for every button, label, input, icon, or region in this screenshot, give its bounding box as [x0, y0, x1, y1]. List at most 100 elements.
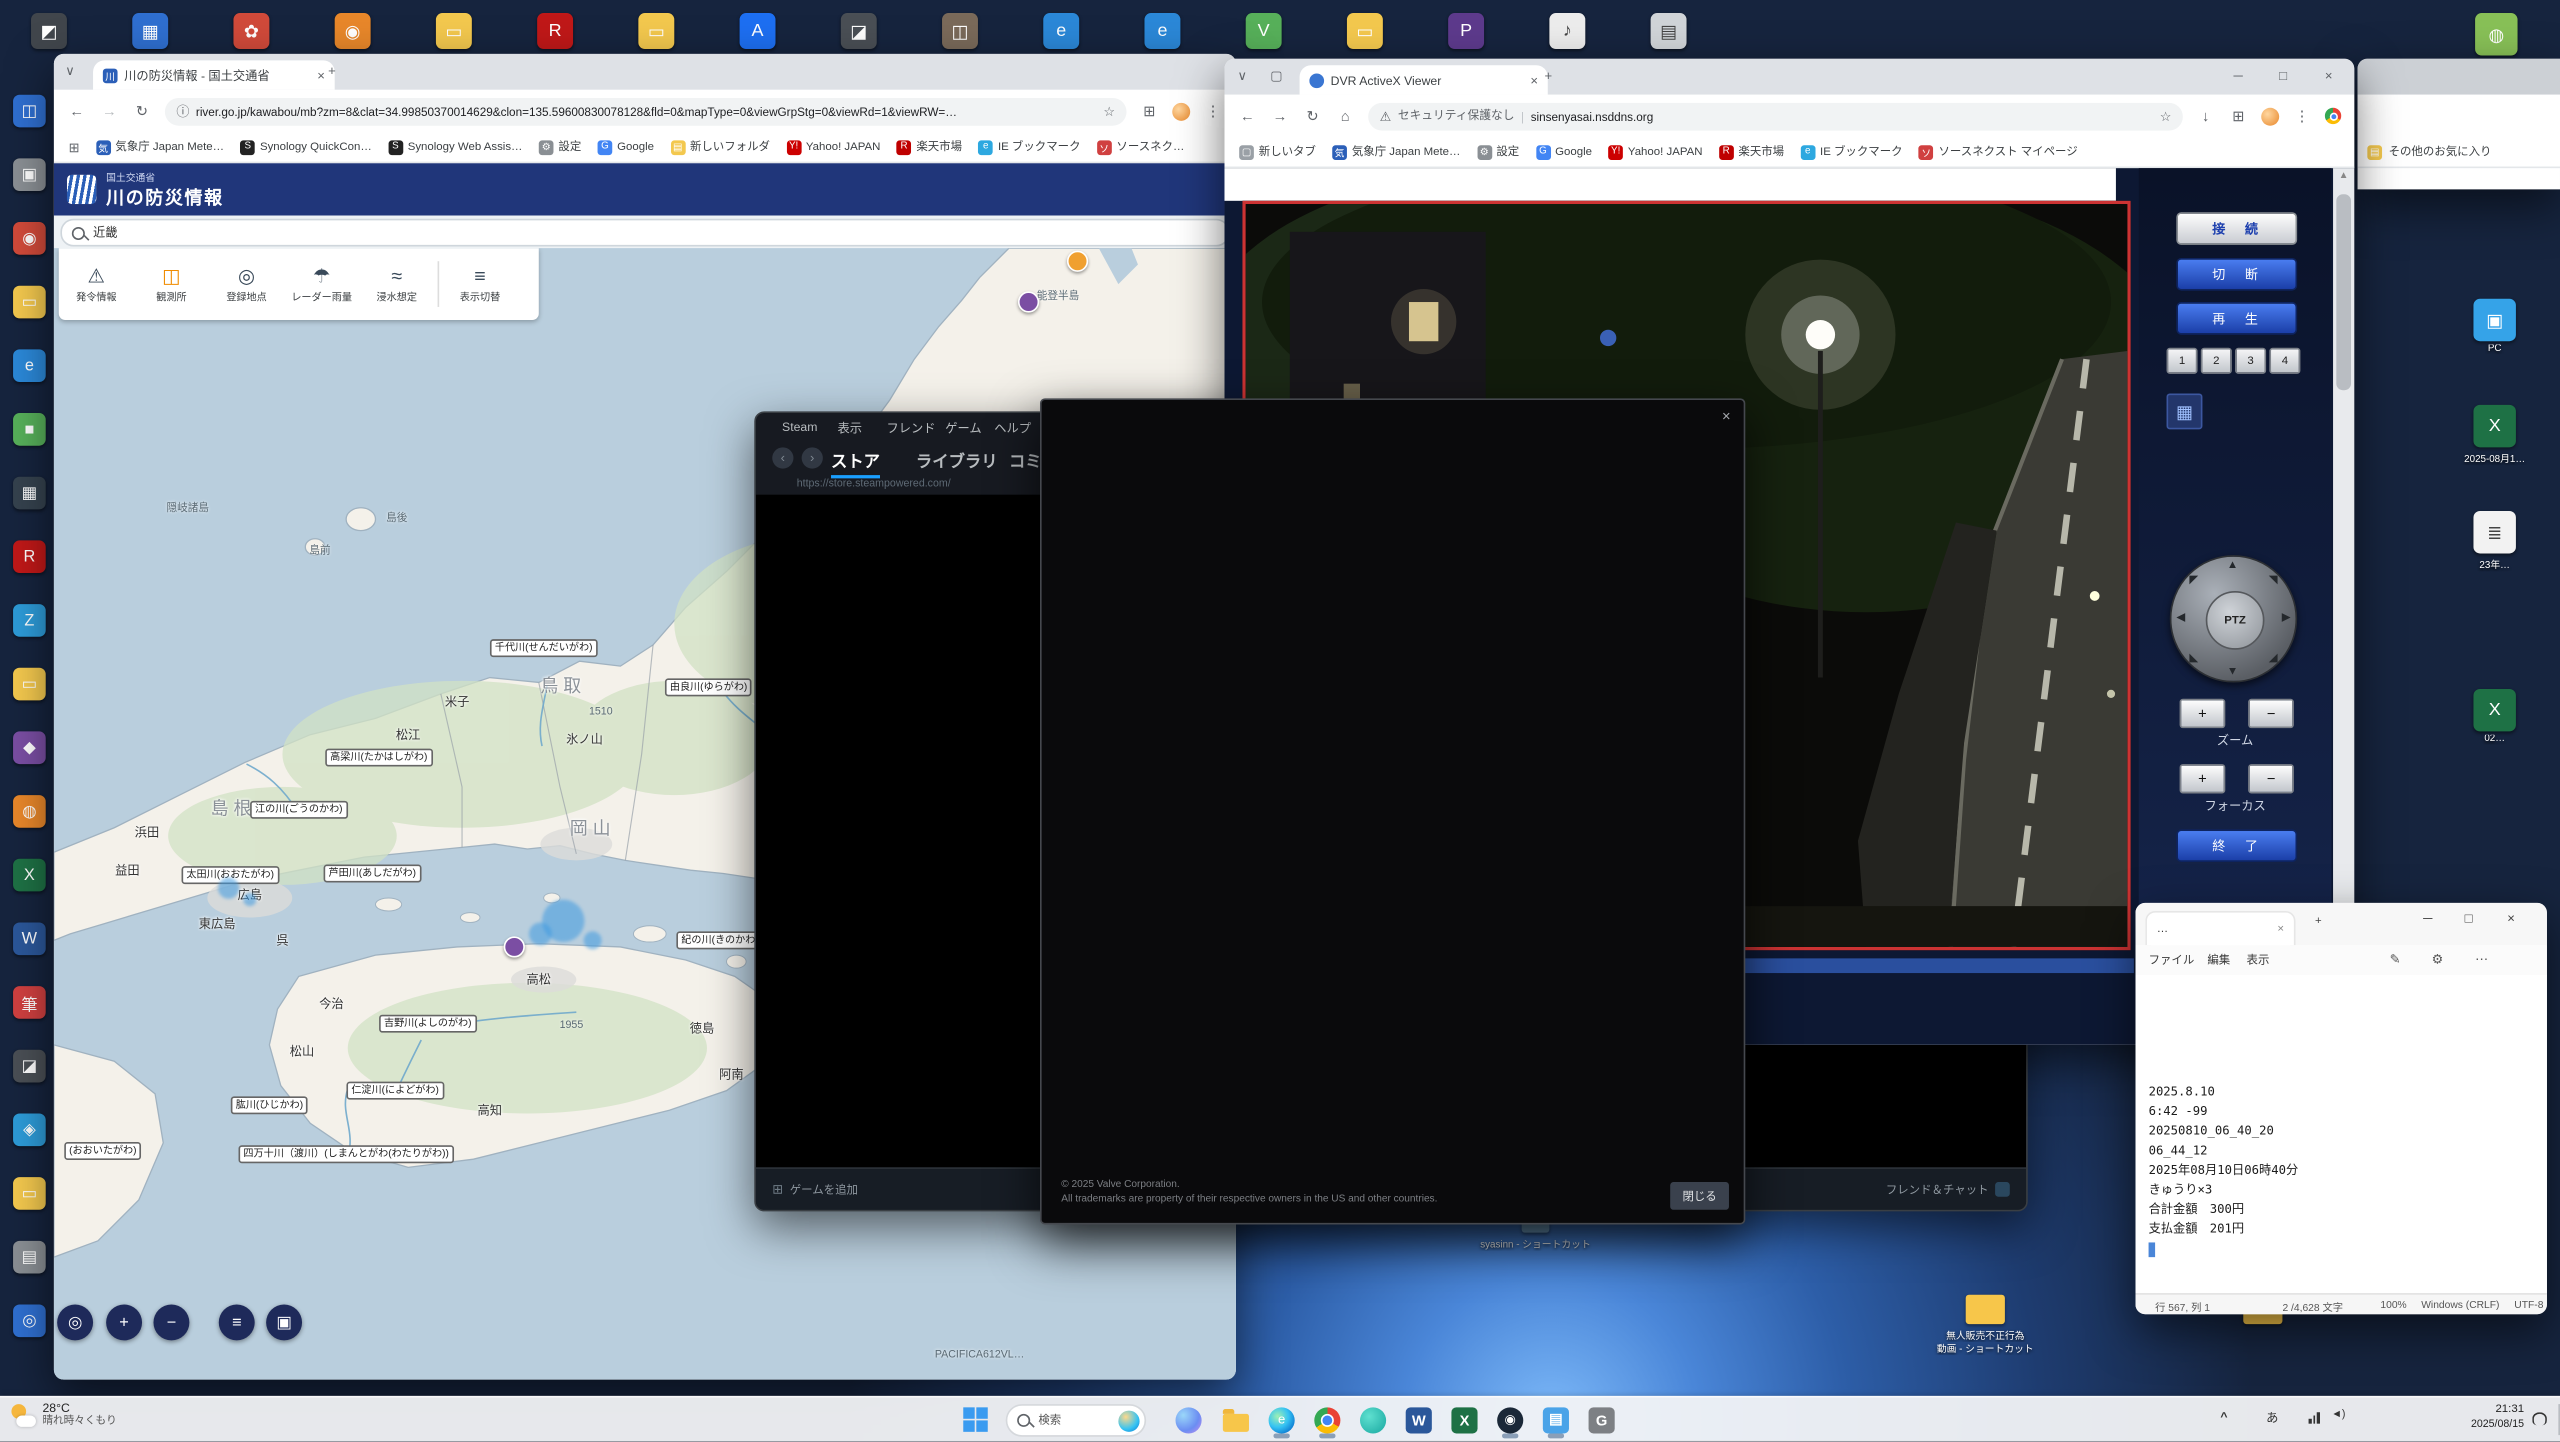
tray-chevron-icon[interactable]: ^ — [2220, 1409, 2227, 1424]
edit-icon[interactable]: ✎ — [2384, 952, 2407, 967]
desktop-shortcut-icon[interactable]: ◆ — [13, 731, 46, 764]
desktop-shortcut-icon[interactable]: ◪ — [841, 13, 877, 49]
zoom-out-button[interactable]: − — [2248, 699, 2294, 728]
desktop-shortcut-icon[interactable]: ◫ — [13, 95, 46, 128]
map-control-button[interactable]: + — [106, 1304, 142, 1340]
ime-indicator[interactable]: あ — [2266, 1409, 2278, 1427]
taskbar-explorer[interactable] — [1218, 1402, 1254, 1438]
valve-dialog-window[interactable]: × © 2025 Valve Corporation. All trademar… — [1040, 398, 1745, 1224]
new-tab-icon[interactable]: + — [328, 64, 336, 79]
bookmark-star-icon[interactable]: ☆ — [2160, 109, 2172, 124]
desktop-shortcut-icon[interactable]: ◉ — [335, 13, 371, 49]
scroll-thumb[interactable] — [2336, 194, 2351, 390]
scroll-up-icon[interactable]: ▲ — [2333, 171, 2354, 181]
workspace-icon[interactable]: ▢ — [1270, 69, 1282, 84]
channel-button-3[interactable]: 3 — [2235, 348, 2266, 374]
desktop-shortcut-icon[interactable]: e — [13, 349, 46, 382]
river-name-chip[interactable]: 仁淀川(によどがわ) — [346, 1082, 443, 1100]
address-bar[interactable]: ⓘ river.go.jp/kawabou/mb?zm=8&clat=34.99… — [165, 97, 1127, 125]
desktop-shortcut-icon[interactable]: e — [1043, 13, 1079, 49]
file-tab[interactable]: …× — [2145, 911, 2295, 945]
desktop-shortcut-icon[interactable]: A — [740, 13, 776, 49]
bookmark-item[interactable]: ▤新しいフォルダ — [670, 139, 770, 155]
apps-grid-icon[interactable]: ⊞ — [69, 140, 80, 155]
extensions-icon[interactable]: ⊞ — [2229, 107, 2249, 125]
tab-search-icon[interactable]: ∨ — [1238, 69, 1248, 84]
reload-icon[interactable]: ↻ — [1303, 107, 1323, 125]
bookmark-item[interactable]: ▢新しいタブ — [1239, 144, 1316, 160]
channel-button-2[interactable]: 2 — [2201, 348, 2232, 374]
river-name-chip[interactable]: 紀の川(きのかわ) — [676, 931, 763, 949]
steam-menu-item[interactable]: フレンド — [887, 420, 936, 438]
add-game-button[interactable]: ⊞ ゲームを追加 — [772, 1181, 858, 1197]
bookmark-item[interactable]: SSynology Web Assis… — [388, 140, 522, 155]
desktop-shortcut-icon[interactable]: ▦ — [132, 13, 168, 49]
close-icon[interactable]: × — [2498, 911, 2524, 926]
ptz-right-icon[interactable]: ▶ — [2282, 611, 2291, 624]
desktop-shortcut-icon[interactable]: ▣ — [2473, 299, 2515, 341]
taskbar-notepad[interactable]: ▤ — [1538, 1402, 1574, 1438]
desktop-shortcut-icon[interactable]: ◍ — [2475, 13, 2517, 55]
site-info-icon[interactable]: ⓘ — [176, 102, 189, 120]
profile-avatar[interactable] — [1172, 102, 1190, 120]
desktop-shortcut-icon[interactable]: V — [1246, 13, 1282, 49]
settings-gear-icon[interactable]: ⚙ — [2426, 952, 2449, 967]
taskbar-edge[interactable]: e — [1264, 1402, 1300, 1438]
ptz-up-icon[interactable]: ▲ — [2227, 560, 2238, 571]
home-icon[interactable]: ⌂ — [1336, 108, 1356, 124]
desktop-shortcut-icon[interactable]: ▦ — [13, 477, 46, 510]
bookmark-item[interactable]: R楽天市場 — [1719, 144, 1784, 160]
bookmark-item[interactable]: eIE ブックマーク — [1800, 144, 1902, 160]
map-station-marker[interactable] — [504, 936, 525, 957]
desktop-shortcut-icon[interactable]: ◫ — [942, 13, 978, 49]
back-icon[interactable]: ← — [67, 103, 87, 119]
tab-close-icon[interactable]: × — [317, 68, 325, 83]
extensions-icon[interactable]: ⊞ — [1140, 102, 1160, 120]
desktop-shortcut-icon[interactable]: e — [1144, 13, 1180, 49]
more-icon[interactable]: ⋯ — [2470, 952, 2493, 967]
ptz-upright-icon[interactable]: ◥ — [2269, 573, 2278, 586]
bookmark-item[interactable]: ソソースネクスト マイページ — [1919, 144, 2078, 160]
desktop-shortcut-icon[interactable]: P — [1448, 13, 1484, 49]
desktop-shortcut-icon[interactable]: ▤ — [13, 1241, 46, 1274]
play-button[interactable]: 再 生 — [2176, 302, 2297, 335]
river-name-chip[interactable]: 由良川(ゆらがわ) — [665, 678, 752, 696]
river-name-chip[interactable]: 吉野川(よしのがわ) — [379, 1015, 476, 1033]
desktop-shortcut-icon[interactable]: ▭ — [13, 1177, 46, 1210]
steam-menu-item[interactable]: ゲーム — [945, 420, 981, 438]
desktop-shortcut-icon[interactable]: ≣ — [2473, 511, 2515, 553]
ptz-left-icon[interactable]: ◀ — [2176, 611, 2185, 624]
weather-widget[interactable]: 28°C 晴れ時々くもり — [10, 1401, 117, 1429]
multi-view-icon[interactable]: ▦ — [2167, 393, 2203, 429]
ptz-center[interactable]: PTZ — [2206, 591, 2265, 650]
river-name-chip[interactable]: 千代川(せんだいがわ) — [490, 639, 597, 657]
map-control-button[interactable]: ≡ — [219, 1304, 255, 1340]
notepad-menu-0[interactable]: ファイル — [2149, 952, 2195, 968]
bookmark-item[interactable]: eIE ブックマーク — [978, 139, 1080, 155]
desktop-shortcut-icon[interactable]: ♪ — [1549, 13, 1585, 49]
ptz-downright-icon[interactable]: ◢ — [2269, 651, 2278, 664]
desktop-shortcut-icon[interactable]: Z — [13, 604, 46, 637]
new-tab-icon[interactable]: + — [1544, 69, 1552, 84]
bookmark-item[interactable]: Y!Yahoo! JAPAN — [786, 140, 880, 155]
start-button[interactable] — [957, 1402, 993, 1438]
taskbar-copilot[interactable] — [1171, 1402, 1207, 1438]
river-name-chip[interactable]: 四万十川（渡川）(しまんとがわ(わたりがわ)) — [239, 1145, 454, 1163]
tray-clock[interactable]: 21:31 2025/08/15 — [2471, 1402, 2524, 1431]
notification-bell-icon[interactable] — [2532, 1412, 2547, 1425]
desktop-shortcut-icon[interactable]: ▭ — [1347, 13, 1383, 49]
taskbar-chrome[interactable] — [1309, 1402, 1345, 1438]
channel-button-4[interactable]: 4 — [2269, 348, 2300, 374]
minimize-icon[interactable]: ─ — [2415, 911, 2441, 926]
tab-search-icon[interactable]: ∨ — [65, 64, 75, 79]
close-icon[interactable]: × — [1722, 408, 1731, 424]
maximize-icon[interactable]: □ — [2456, 911, 2482, 926]
steam-forward-icon[interactable]: › — [802, 447, 823, 468]
disconnect-button[interactable]: 切 断 — [2176, 258, 2297, 291]
desktop-shortcut-icon[interactable]: ▭ — [13, 668, 46, 701]
steam-menu-item[interactable]: 表示 — [838, 420, 862, 438]
desktop-shortcut-icon[interactable]: X — [13, 859, 46, 892]
profile-avatar[interactable] — [2261, 107, 2279, 125]
channel-button-1[interactable]: 1 — [2167, 348, 2198, 374]
desktop-shortcut-icon[interactable]: ◩ — [31, 13, 67, 49]
